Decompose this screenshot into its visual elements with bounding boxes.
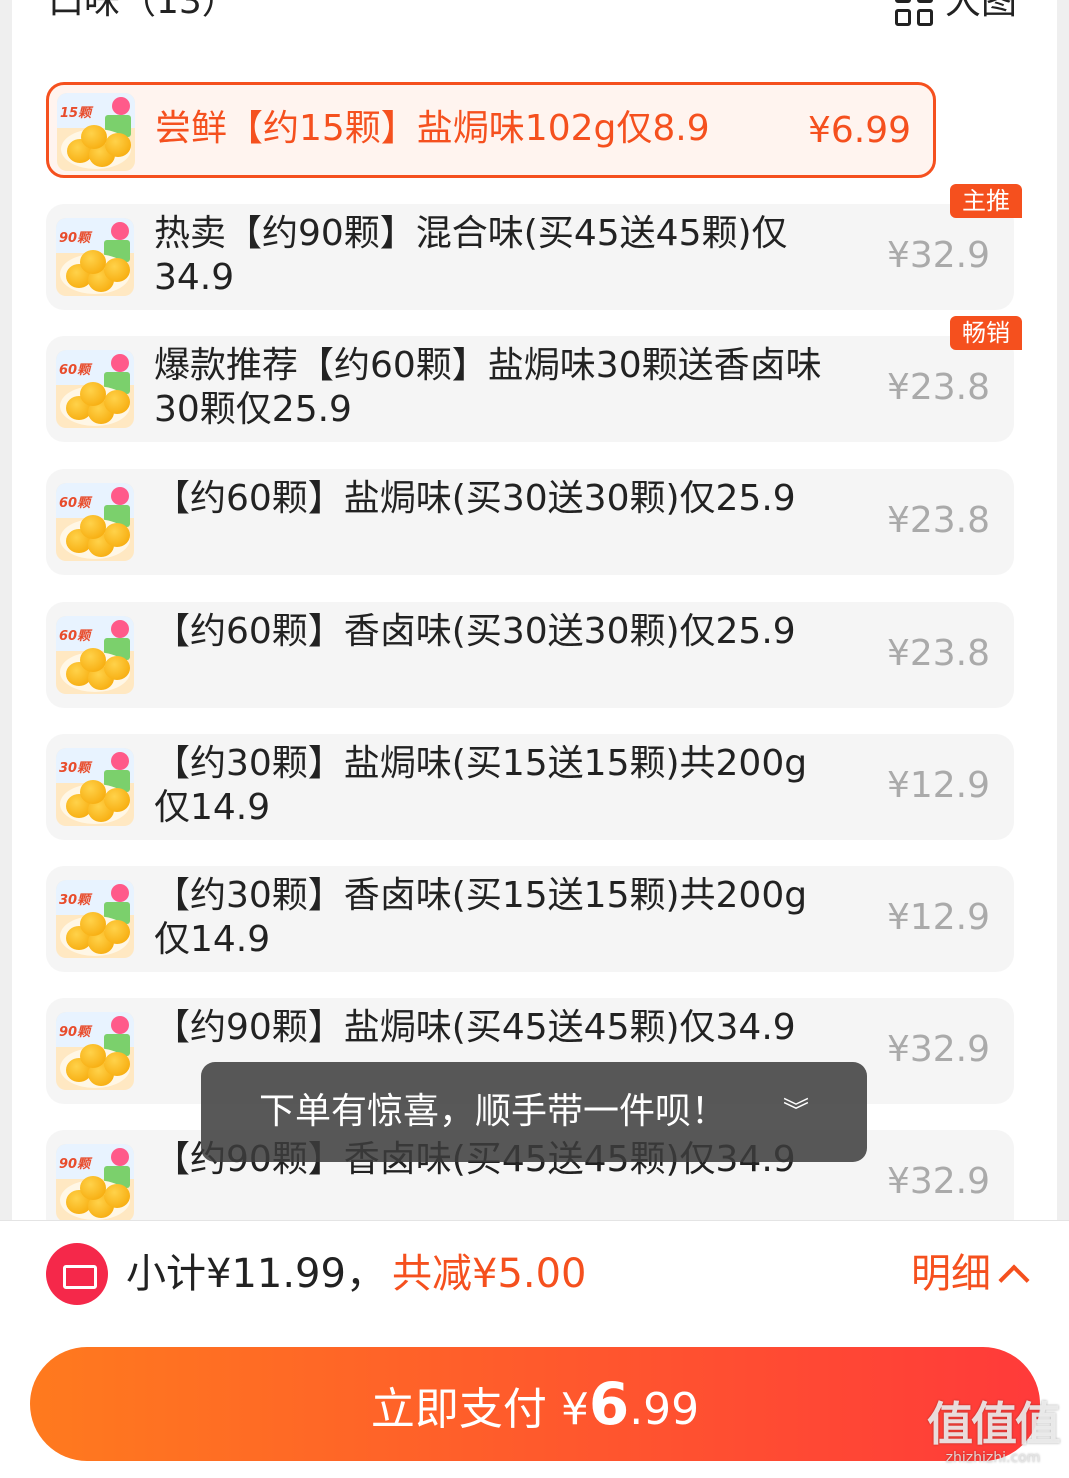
product-thumbnail: 30颗 (56, 748, 134, 826)
flavor-price: ¥23.8 (886, 500, 990, 541)
site-watermark: 值值值 zhizhizhi.com (927, 1397, 1061, 1466)
sheet-header: 口味（13） 大图 (12, 0, 1057, 38)
product-thumbnail: 60颗 (56, 350, 134, 428)
pay-now-button[interactable]: 立即支付 ¥6.99 (30, 1347, 1040, 1461)
checkout-footer: 小计¥11.99， 共减¥5.00 明细 立即支付 ¥6.99 (0, 1220, 1069, 1478)
flavor-count-title: 口味（13） (48, 0, 238, 22)
recommend-tag: 主推 (950, 184, 1022, 218)
pay-now-label: 立即支付 (370, 1384, 547, 1435)
flavor-name: 热卖【约90颗】混合味(买45送45颗)仅34.9 (154, 213, 788, 298)
flavor-name: 【约60颗】盐焗味(买30送30颗)仅25.9 (154, 478, 796, 519)
product-thumbnail: 90颗 (56, 1012, 134, 1090)
price-detail-label: 明细 (911, 1251, 991, 1297)
discount-text: 共减¥5.00 (392, 1251, 587, 1297)
flavor-name: 【约90颗】盐焗味(买45送45颗)仅34.9 (154, 1007, 796, 1048)
flavor-option[interactable]: 60颗 【约60颗】盐焗味(买30送30颗)仅25.9 ¥23.8 (46, 469, 1014, 575)
subtotal-text: 小计¥11.99， (126, 1251, 386, 1297)
flavor-name: 爆款推荐【约60颗】盐焗味30颗送香卤味30颗仅25.9 (154, 345, 822, 430)
flavor-price: ¥12.9 (886, 897, 990, 938)
pay-amount-decimal: .99 (629, 1384, 700, 1435)
flavor-option[interactable]: 主推 90颗 热卖【约90颗】混合味(买45送45颗)仅34.9 ¥32.9 (46, 184, 1022, 310)
flavor-name: 【约30颗】盐焗味(买15送15颗)共200g仅14.9 (154, 743, 808, 828)
flavor-name: 【约30颗】香卤味(买15送15颗)共200g仅14.9 (154, 875, 808, 960)
product-thumbnail: 30颗 (56, 880, 134, 958)
pay-amount-integer: 6 (588, 1370, 630, 1438)
large-image-label: 大图 (944, 0, 1017, 22)
flavor-price: ¥23.8 (886, 633, 990, 674)
product-thumbnail: 60颗 (56, 616, 134, 694)
flavor-name: 【约60颗】香卤味(买30送30颗)仅25.9 (154, 611, 796, 652)
promo-toast[interactable]: 下单有惊喜，顺手带一件呗！ ︾ (201, 1062, 867, 1162)
flavor-price: ¥32.9 (886, 235, 990, 276)
promo-toast-text: 下单有惊喜，顺手带一件呗！ (259, 1091, 728, 1132)
flavor-option[interactable]: 畅销 60颗 爆款推荐【约60颗】盐焗味30颗送香卤味30颗仅25.9 ¥23.… (46, 316, 1022, 442)
product-thumbnail: 60颗 (56, 483, 134, 561)
watermark-logo: 值值值 (927, 1397, 1061, 1451)
flavor-price: ¥32.9 (886, 1029, 990, 1070)
flavor-price: ¥32.9 (886, 1161, 990, 1202)
flavor-price: ¥6.99 (807, 110, 911, 151)
watermark-url: zhizhizhi.com (945, 1450, 1041, 1466)
double-chevron-down-icon: ︾ (782, 1097, 809, 1127)
coupon-icon (46, 1243, 108, 1305)
large-image-toggle[interactable]: 大图 (894, 0, 1017, 26)
pay-currency: ¥ (560, 1384, 589, 1435)
flavor-price: ¥23.8 (886, 367, 990, 408)
flavor-option[interactable]: 30颗 【约30颗】盐焗味(买15送15颗)共200g仅14.9 ¥12.9 (46, 734, 1014, 840)
grid-icon (894, 0, 935, 26)
price-detail-button[interactable]: 明细 (911, 1247, 1030, 1301)
flavor-price: ¥12.9 (886, 765, 990, 806)
product-thumbnail: 90颗 (56, 1144, 134, 1222)
flavor-option[interactable]: 30颗 【约30颗】香卤味(买15送15颗)共200g仅14.9 ¥12.9 (46, 866, 1014, 972)
flavor-option[interactable]: 60颗 【约60颗】香卤味(买30送30颗)仅25.9 ¥23.8 (46, 602, 1014, 708)
product-thumbnail: 90颗 (56, 218, 134, 296)
flavor-option-selected[interactable]: 15颗 尝鲜【约15颗】盐焗味102g仅8.9 ¥6.99 (46, 82, 936, 178)
product-thumbnail: 15颗 (57, 93, 135, 171)
flavor-name: 尝鲜【约15颗】盐焗味102g仅8.9 (155, 108, 710, 149)
bestseller-tag: 畅销 (950, 316, 1022, 350)
chevron-up-icon (998, 1264, 1030, 1296)
